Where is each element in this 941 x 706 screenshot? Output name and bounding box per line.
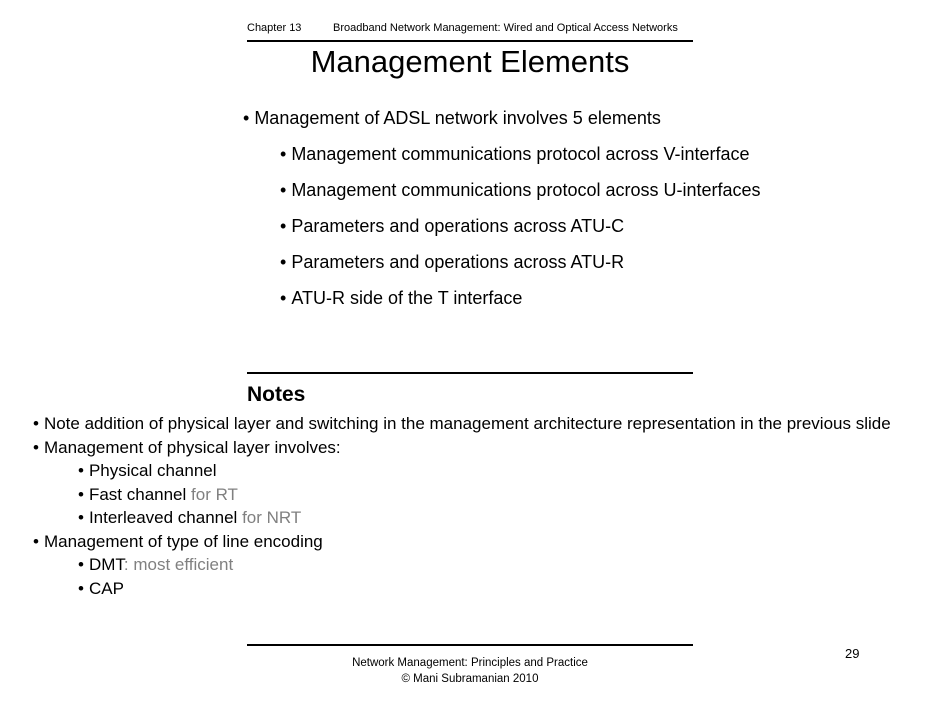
notes-line-annotation: : most efficient bbox=[123, 555, 234, 574]
slide-bullet: • ATU-R side of the T interface bbox=[280, 287, 941, 309]
notes-line: • Note addition of physical layer and swi… bbox=[33, 412, 893, 436]
notes-line: • Interleaved channel for NRT bbox=[33, 506, 893, 530]
footer-line-1: Network Management: Principles and Pract… bbox=[352, 657, 588, 669]
header-divider bbox=[247, 40, 693, 42]
bullet-icon: • bbox=[33, 414, 39, 433]
bullet-icon: • bbox=[78, 578, 84, 598]
footer-divider bbox=[247, 644, 693, 646]
notes-line-label: Management of type of line encoding bbox=[43, 531, 323, 551]
slide-bullet-label: Parameters and operations across ATU-R bbox=[291, 252, 625, 272]
notes-line-label: Interleaved channel bbox=[88, 508, 238, 527]
notes-body: • Note addition of physical layer and swi… bbox=[33, 412, 893, 600]
slide-bullet: • Parameters and operations across ATU-R bbox=[280, 251, 941, 273]
notes-line: • Physical channel bbox=[33, 459, 893, 483]
notes-line-annotation: for NRT bbox=[237, 508, 302, 527]
slide-bullet: • Management of ADSL network involves 5 e… bbox=[243, 107, 941, 129]
notes-line: • Management of physical layer involves: bbox=[33, 436, 893, 460]
bullet-icon: • bbox=[78, 508, 84, 527]
notes-line-label: Management of physical layer involves: bbox=[43, 437, 341, 457]
notes-line-label: Note addition of physical layer and swit… bbox=[43, 414, 891, 433]
footer-text: Network Management: Principles and Pract… bbox=[247, 655, 693, 687]
bullet-icon: • bbox=[280, 288, 287, 308]
notes-line: • Management of type of line encoding bbox=[33, 530, 893, 554]
bullet-icon: • bbox=[78, 461, 84, 480]
slide-bullet-label: Management of ADSL network involves 5 el… bbox=[254, 108, 661, 128]
footer-line-2: © Mani Subramanian 2010 bbox=[401, 673, 539, 685]
notes-line-label: DMT bbox=[88, 555, 124, 574]
bullet-icon: • bbox=[33, 531, 39, 551]
notes-line: • DMT: most efficient bbox=[33, 553, 893, 577]
bullet-icon: • bbox=[33, 437, 39, 457]
bullet-icon: • bbox=[78, 555, 84, 574]
slide-bullet-label: Management communications protocol acros… bbox=[291, 180, 761, 200]
notes-line-annotation: for RT bbox=[186, 484, 238, 504]
slide-bullet-label: Management communications protocol acros… bbox=[291, 144, 750, 164]
notes-line: • Fast channel for RT bbox=[33, 483, 893, 507]
notes-line: • CAP bbox=[33, 577, 893, 601]
slide-body: • Management of ADSL network involves 5 e… bbox=[0, 107, 941, 323]
slide-bullet-label: ATU-R side of the T interface bbox=[291, 288, 523, 308]
notes-line-label: CAP bbox=[88, 578, 124, 598]
chapter-subject-label: Broadband Network Management: Wired and … bbox=[333, 22, 678, 34]
chapter-label: Chapter 13 bbox=[247, 22, 302, 34]
bullet-icon: • bbox=[280, 216, 287, 236]
slide-bullet-label: Parameters and operations across ATU-C bbox=[291, 216, 625, 236]
bullet-icon: • bbox=[78, 484, 84, 504]
slide-header: Chapter 13 Broadband Network Management: … bbox=[247, 20, 693, 36]
bullet-icon: • bbox=[280, 144, 287, 164]
notes-divider bbox=[247, 372, 693, 374]
page-number: 29 bbox=[845, 646, 860, 661]
notes-heading: Notes bbox=[247, 383, 306, 406]
notes-line-label: Fast channel bbox=[88, 484, 187, 504]
slide-bullet: • Parameters and operations across ATU-C bbox=[280, 215, 941, 237]
bullet-icon: • bbox=[280, 252, 287, 272]
slide-bullet: • Management communications protocol acro… bbox=[280, 179, 941, 201]
bullet-icon: • bbox=[280, 180, 287, 200]
slide-bullet: • Management communications protocol acro… bbox=[280, 143, 941, 165]
notes-line-label: Physical channel bbox=[88, 461, 217, 480]
bullet-icon: • bbox=[243, 108, 250, 128]
slide-title: Management Elements bbox=[310, 44, 630, 79]
